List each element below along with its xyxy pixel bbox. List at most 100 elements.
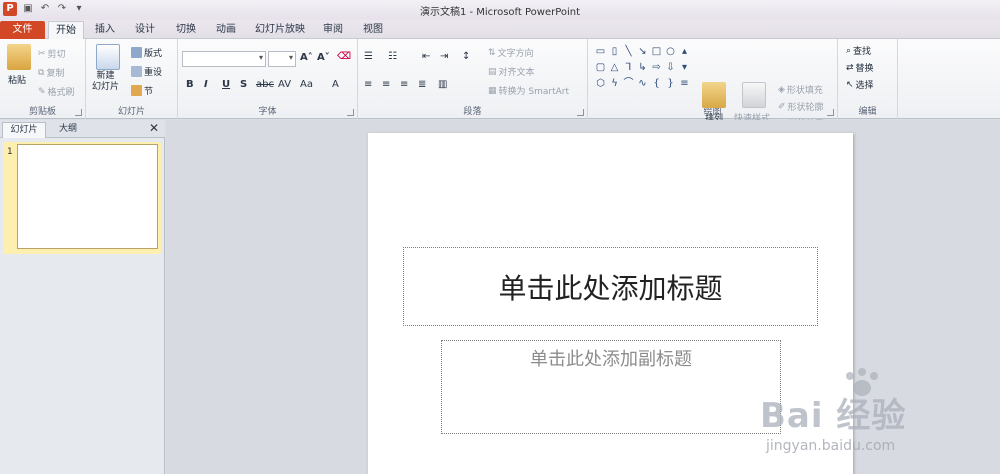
align-left-icon[interactable]: ≡ [364, 79, 372, 90]
pointer-icon: ↖ [846, 79, 854, 90]
panel-tabs: 幻灯片 大纲 ✕ [0, 120, 165, 138]
char-spacing-icon[interactable]: AV [278, 79, 291, 90]
tab-transitions[interactable]: 切换 [171, 21, 201, 39]
columns-icon[interactable]: ▥ [438, 79, 447, 90]
hexagon-icon[interactable]: ⬡ [594, 77, 607, 92]
align-right-icon[interactable]: ≡ [400, 79, 408, 90]
shapes-gallery[interactable]: ▭ ▯ ╲ ↘ □ ○ ▴ ▢ △ ⅂ ↳ ⇨ ⇩ ▾ ⬡ ϟ ⌒ ∿{} ≡ [594, 45, 690, 93]
clipboard-launcher-icon[interactable] [75, 109, 82, 116]
smartart-icon: ▦ [488, 85, 497, 96]
clipboard-group-label: 剪贴板 [28, 107, 56, 117]
font-size-combo[interactable] [268, 51, 296, 67]
down-arrow-icon[interactable]: ⇩ [664, 61, 677, 76]
paste-button[interactable]: 粘贴 [8, 73, 26, 86]
format-painter-button[interactable]: ✎ 格式刷 [38, 85, 75, 99]
tab-slides[interactable]: 幻灯片 [2, 122, 46, 138]
underline-icon[interactable]: U [222, 79, 230, 90]
italic-icon[interactable]: I [204, 79, 208, 90]
shape-fill-button[interactable]: ◈ 形状填充 [778, 83, 823, 97]
triangle-icon[interactable]: △ [608, 61, 621, 76]
layout-icon [131, 47, 142, 58]
close-panel-icon[interactable]: ✕ [149, 121, 159, 135]
gallery-more-icon[interactable]: ≡ [678, 77, 691, 92]
copy-button[interactable]: ⧉ 复制 [38, 66, 64, 80]
curve-icon[interactable]: ⌒ [622, 77, 635, 92]
arrow-line-icon[interactable]: ↘ [636, 45, 649, 60]
font-name-combo[interactable] [182, 51, 266, 67]
gallery-up-icon[interactable]: ▴ [678, 45, 691, 60]
slide-thumbnail[interactable] [17, 144, 158, 249]
cut-label: 剪切 [47, 50, 66, 60]
group-editing: ⌕ 查找 ⇄ 替换 ↖ 选择 编辑 [838, 39, 898, 119]
tab-file[interactable]: 文件 [0, 21, 45, 39]
scissors-icon: ✂ [38, 48, 46, 59]
strikethrough-icon[interactable]: abc [256, 79, 274, 90]
tab-animations[interactable]: 动画 [211, 21, 241, 39]
align-center-icon[interactable]: ≡ [382, 79, 390, 90]
tab-slideshow[interactable]: 幻灯片放映 [250, 21, 310, 39]
tab-home[interactable]: 开始 [48, 21, 84, 39]
numbering-icon[interactable]: ☷ [388, 51, 397, 62]
layout-button[interactable]: 版式 [131, 46, 162, 59]
clear-format-icon[interactable]: ⌫ [337, 51, 351, 62]
oval-shape-icon[interactable]: ○ [664, 45, 677, 60]
line-shape-icon[interactable]: ╲ [622, 45, 635, 60]
watermark-url: jingyan.baidu.com [766, 438, 896, 454]
shrink-font-icon[interactable]: A˅ [317, 52, 330, 63]
bullets-icon[interactable]: ☰ [364, 51, 373, 62]
title-placeholder[interactable]: 单击此处添加标题 [403, 247, 818, 326]
reset-button[interactable]: 重设 [131, 65, 162, 78]
right-arrow-icon[interactable]: ⇨ [650, 61, 663, 76]
convert-smartart-button[interactable]: ▦ 转换为 SmartArt [488, 84, 569, 98]
text-direction-button[interactable]: ⇅ 文字方向 [488, 46, 534, 60]
change-case-icon[interactable]: Aa [300, 79, 313, 90]
replace-button[interactable]: ⇄ 替换 [846, 61, 874, 75]
tab-view[interactable]: 视图 [358, 21, 388, 39]
rounded-rect-icon[interactable]: ▢ [594, 61, 607, 76]
paragraph-launcher-icon[interactable] [577, 109, 584, 116]
line-spacing-icon[interactable]: ↕ [462, 51, 470, 62]
freeform-icon[interactable]: ∿ [636, 77, 649, 92]
cut-button[interactable]: ✂ 剪切 [38, 47, 66, 61]
shadow-icon[interactable]: S [240, 79, 247, 90]
shape-outline-button[interactable]: ✐ 形状轮廓 [778, 100, 824, 114]
vertical-textbox-icon[interactable]: ▯ [608, 45, 621, 60]
select-button[interactable]: ↖ 选择 [846, 78, 874, 92]
lightning-icon[interactable]: ϟ [608, 77, 621, 92]
left-brace-icon[interactable]: { [650, 77, 663, 92]
grow-font-icon[interactable]: A˄ [300, 52, 313, 63]
brush-icon: ✎ [38, 86, 46, 97]
new-slide-button[interactable]: 新建 幻灯片 [92, 71, 119, 93]
format-painter-label: 格式刷 [47, 88, 75, 98]
new-slide-icon [96, 44, 120, 70]
align-text-icon: ▤ [488, 66, 497, 77]
font-color-icon[interactable]: A [332, 79, 339, 90]
tab-design[interactable]: 设计 [130, 21, 160, 39]
gallery-down-icon[interactable]: ▾ [678, 61, 691, 76]
tab-insert[interactable]: 插入 [90, 21, 120, 39]
paint-bucket-icon: ◈ [778, 84, 785, 95]
find-label: 查找 [853, 47, 872, 57]
tab-review[interactable]: 审阅 [318, 21, 348, 39]
editing-group-label: 编辑 [858, 107, 877, 117]
quick-styles-icon [742, 82, 766, 108]
subtitle-placeholder[interactable]: 单击此处添加副标题 [441, 340, 781, 434]
font-launcher-icon[interactable] [347, 109, 354, 116]
increase-indent-icon[interactable]: ⇥ [440, 51, 448, 62]
textbox-shape-icon[interactable]: ▭ [594, 45, 607, 60]
section-button[interactable]: 节 [131, 84, 153, 97]
drawing-launcher-icon[interactable] [827, 109, 834, 116]
elbow-arrow-icon[interactable]: ↳ [636, 61, 649, 76]
convert-smartart-label: 转换为 SmartArt [498, 87, 569, 97]
bold-icon[interactable]: B [186, 79, 194, 90]
right-brace-icon[interactable]: } [664, 77, 677, 92]
align-text-button[interactable]: ▤ 对齐文本 [488, 65, 535, 79]
find-button[interactable]: ⌕ 查找 [846, 44, 872, 58]
justify-icon[interactable]: ≣ [418, 79, 426, 90]
elbow-connector-icon[interactable]: ⅂ [622, 61, 635, 76]
group-slides: 新建 幻灯片 版式 重设 节 幻灯片 [86, 39, 178, 119]
rectangle-shape-icon[interactable]: □ [650, 45, 663, 60]
arrange-icon [702, 82, 726, 108]
tab-outline[interactable]: 大纲 [48, 122, 88, 138]
decrease-indent-icon[interactable]: ⇤ [422, 51, 430, 62]
